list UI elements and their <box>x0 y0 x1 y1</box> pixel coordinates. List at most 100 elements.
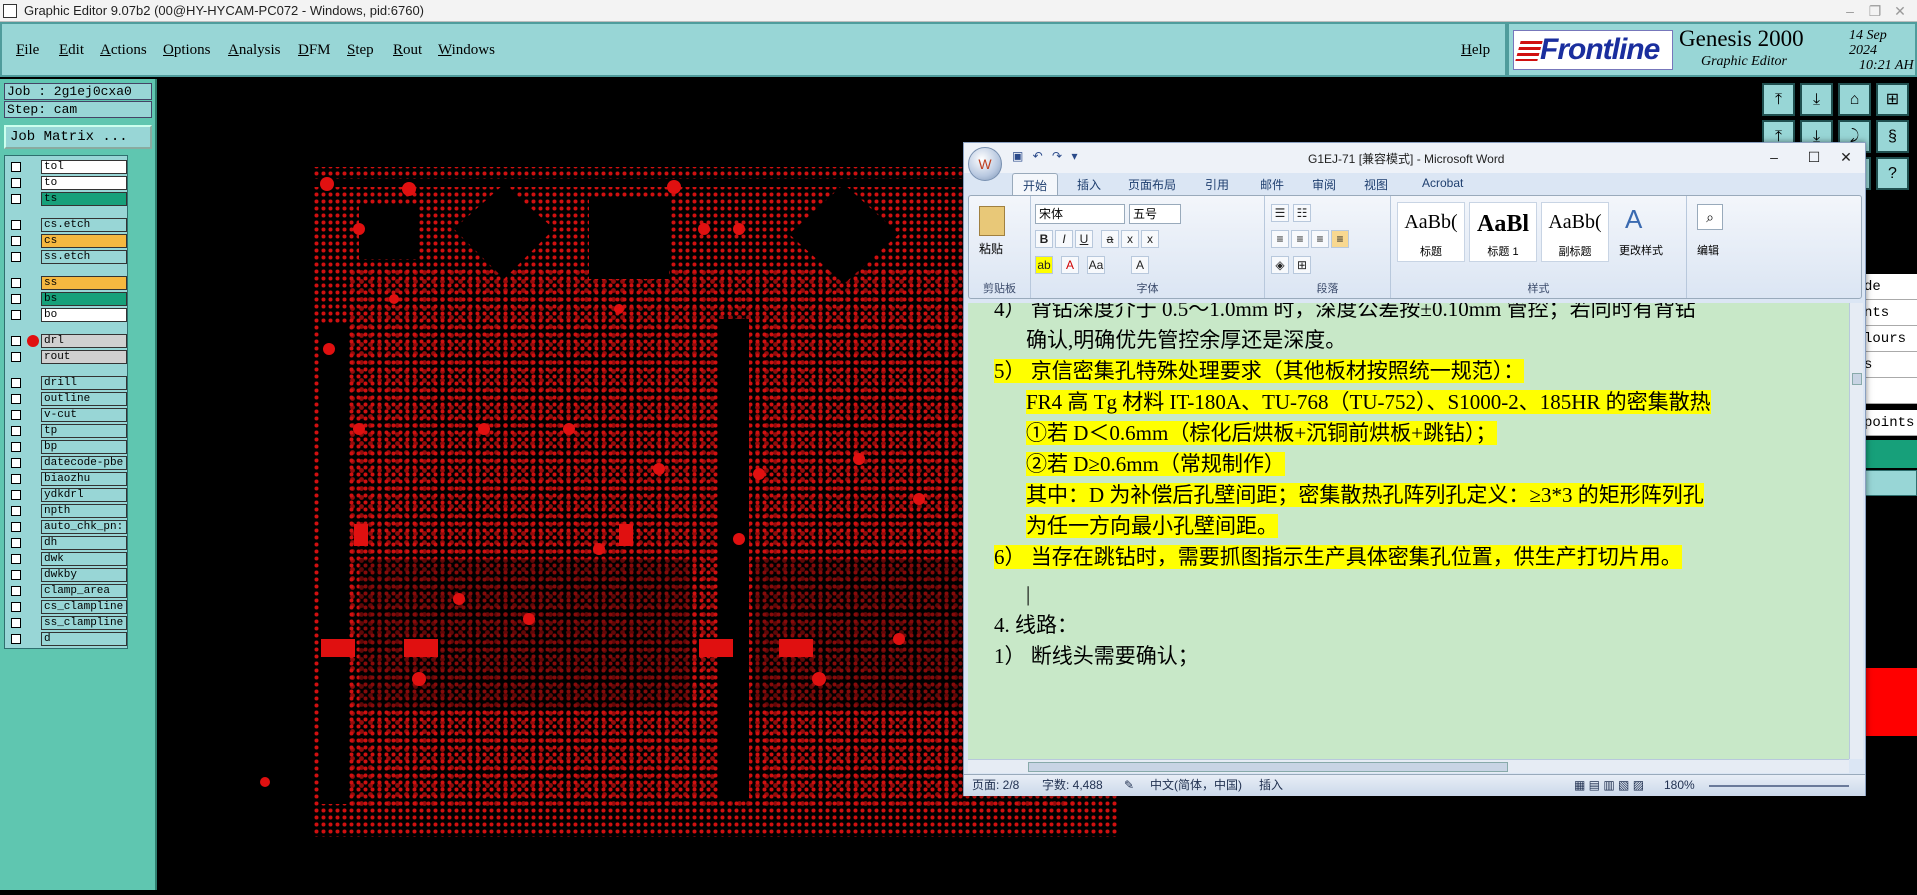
layer-checkbox[interactable] <box>11 220 21 230</box>
layer-name[interactable]: outline <box>41 392 127 406</box>
layer-name[interactable]: bs <box>41 292 127 306</box>
layer-checkbox[interactable] <box>11 522 21 532</box>
style-heading1[interactable]: AaBl 标题 1 <box>1469 202 1537 262</box>
borders-button[interactable]: ⊞ <box>1293 256 1311 274</box>
menu-rout[interactable]: Rout <box>393 42 422 59</box>
layer-name[interactable]: cs.etch <box>41 218 127 232</box>
layer-checkbox[interactable] <box>11 236 21 246</box>
layer-row-tp[interactable]: tp <box>7 424 127 438</box>
layer-row-tol[interactable]: tol <box>7 160 127 174</box>
layer-name[interactable]: datecode-pbe <box>41 456 127 470</box>
view-buttons[interactable]: ▦ ▤ ▥ ▧ ▨ <box>1574 775 1644 795</box>
menu-windows[interactable]: Windows <box>438 42 495 59</box>
layer-name[interactable]: cs_clampline <box>41 600 127 614</box>
menu-actions[interactable]: Actions <box>100 42 147 59</box>
layer-name[interactable]: drill <box>41 376 127 390</box>
layer-checkbox[interactable] <box>11 278 21 288</box>
font-name-select[interactable]: 宋体 <box>1035 204 1125 224</box>
superscript-button[interactable]: x <box>1141 230 1159 248</box>
grow-font-button[interactable]: A <box>1131 256 1149 274</box>
layer-row-biaozhu[interactable]: biaozhu <box>7 472 127 486</box>
layer-row-bp[interactable]: bp <box>7 440 127 454</box>
horizontal-scrollbar[interactable] <box>968 759 1849 773</box>
layer-row-ydkdrl[interactable]: ydkdrl <box>7 488 127 502</box>
menu-dfm[interactable]: DFM <box>298 42 331 59</box>
layer-checkbox[interactable] <box>11 586 21 596</box>
layer-checkbox[interactable] <box>11 618 21 628</box>
horizontal-scroll-thumb[interactable] <box>1028 762 1508 772</box>
tab-page-layout[interactable]: 页面布局 <box>1128 176 1176 193</box>
layer-checkbox[interactable] <box>11 458 21 468</box>
layer-row-cs[interactable]: cs <box>7 234 127 248</box>
layer-checkbox[interactable] <box>11 602 21 612</box>
style-title[interactable]: AaBb( 标题 <box>1397 202 1465 262</box>
strikethrough-button[interactable]: a <box>1101 230 1119 248</box>
layer-name[interactable]: d <box>41 632 127 646</box>
layer-row-npth[interactable]: npth <box>7 504 127 518</box>
layer-row-ss_clampline[interactable]: ss_clampline <box>7 616 127 630</box>
layer-name[interactable]: dwkby <box>41 568 127 582</box>
layer-row-auto_chk_pn:[interactable]: auto_chk_pn: <box>7 520 127 534</box>
layer-name[interactable]: biaozhu <box>41 472 127 486</box>
layer-row-ss[interactable]: ss <box>7 276 127 290</box>
tab-mailings[interactable]: 邮件 <box>1260 176 1284 193</box>
italic-button[interactable]: I <box>1055 230 1073 248</box>
layer-name[interactable]: ss <box>41 276 127 290</box>
word-minimize-button[interactable]: – <box>1754 145 1794 169</box>
layer-row-to[interactable]: to <box>7 176 127 190</box>
layer-name[interactable]: to <box>41 176 127 190</box>
toolbar-button-7-icon[interactable]: § <box>1876 120 1909 153</box>
find-icon[interactable]: ⌕ <box>1697 204 1723 230</box>
layer-checkbox[interactable] <box>11 426 21 436</box>
layer-checkbox[interactable] <box>11 162 21 172</box>
menu-step[interactable]: Step <box>347 42 374 59</box>
layer-checkbox[interactable] <box>11 394 21 404</box>
layer-checkbox[interactable] <box>11 634 21 644</box>
style-subtitle[interactable]: AaBb( 副标题 <box>1541 202 1609 262</box>
tab-view[interactable]: 视图 <box>1364 176 1388 193</box>
layer-row-outline[interactable]: outline <box>7 392 127 406</box>
document-area[interactable]: 4） 背钻深度介于 0.5～1.0mm 时，深度公差按±0.10mm 管控；若同… <box>968 303 1849 759</box>
layer-name[interactable]: npth <box>41 504 127 518</box>
word-close-button[interactable]: ✕ <box>1826 145 1866 169</box>
layer-checkbox[interactable] <box>11 442 21 452</box>
layer-name[interactable]: rout <box>41 350 127 364</box>
layer-checkbox[interactable] <box>11 506 21 516</box>
layer-checkbox[interactable] <box>11 474 21 484</box>
status-zoom[interactable]: 180% <box>1664 775 1695 795</box>
font-color-button[interactable]: A <box>1061 256 1079 274</box>
tab-insert[interactable]: 插入 <box>1077 176 1101 193</box>
toolbar-button-3-icon[interactable]: ⊞ <box>1876 83 1909 116</box>
toolbar-button-0-icon[interactable]: ⤒ <box>1762 83 1795 116</box>
numbering-button[interactable]: ☷ <box>1293 204 1311 222</box>
layer-checkbox[interactable] <box>11 570 21 580</box>
layer-name[interactable]: clamp_area <box>41 584 127 598</box>
layer-row-cs_clampline[interactable]: cs_clampline <box>7 600 127 614</box>
layer-name[interactable]: ts <box>41 192 127 206</box>
change-case-button[interactable]: Aa <box>1087 256 1105 274</box>
layer-row-drill[interactable]: drill <box>7 376 127 390</box>
layer-row-ts[interactable]: ts <box>7 192 127 206</box>
tab-acrobat[interactable]: Acrobat <box>1422 176 1463 190</box>
layer-row-datecode-pbe[interactable]: datecode-pbe <box>7 456 127 470</box>
align-right-button[interactable]: ≡ <box>1311 230 1329 248</box>
menu-analysis[interactable]: Analysis <box>228 42 281 59</box>
proofing-icon[interactable]: ✎ <box>1124 775 1134 795</box>
toolbar-button-2-icon[interactable]: ⌂ <box>1838 83 1871 116</box>
layer-row-dwkby[interactable]: dwkby <box>7 568 127 582</box>
layer-name[interactable]: bp <box>41 440 127 454</box>
layer-checkbox[interactable] <box>11 554 21 564</box>
menu-edit[interactable]: Edit <box>59 42 84 59</box>
layer-checkbox[interactable] <box>11 178 21 188</box>
layer-checkbox[interactable] <box>11 538 21 548</box>
layer-checkbox[interactable] <box>11 252 21 262</box>
layer-row-d[interactable]: d <box>7 632 127 646</box>
toolbar-button-11-icon[interactable]: ? <box>1876 157 1909 190</box>
layer-name[interactable]: cs <box>41 234 127 248</box>
layer-row-bs[interactable]: bs <box>7 292 127 306</box>
font-size-select[interactable]: 五号 <box>1129 204 1181 224</box>
layer-name[interactable]: bo <box>41 308 127 322</box>
bullets-button[interactable]: ☰ <box>1271 204 1289 222</box>
layer-checkbox[interactable] <box>11 310 21 320</box>
layer-name[interactable]: drl <box>41 334 127 348</box>
